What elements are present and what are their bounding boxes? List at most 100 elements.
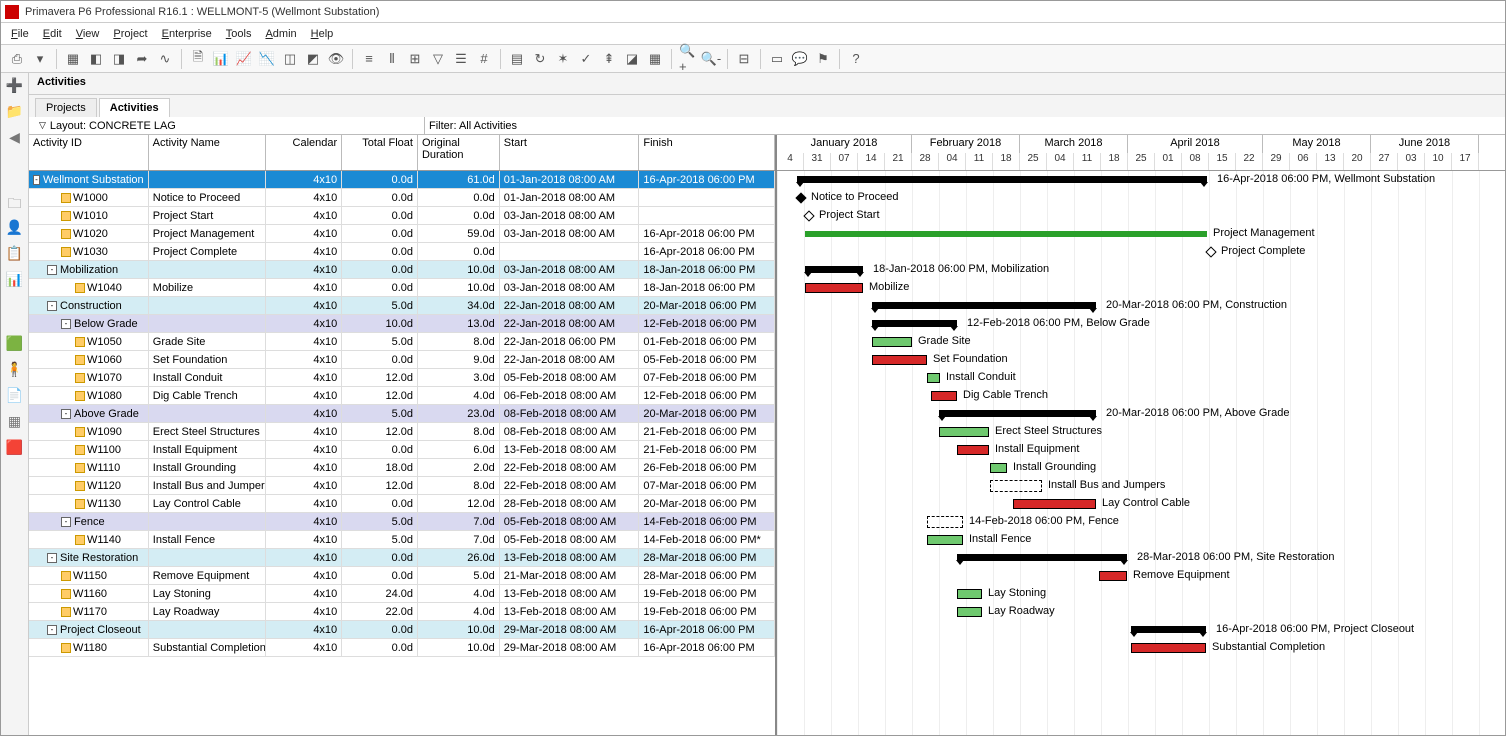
res-icon[interactable]: ▦ [645, 49, 665, 69]
table-row[interactable]: W1160Lay Stoning4x1024.0d4.0d13-Feb-2018… [29, 585, 775, 603]
layout-icon[interactable]: ◧ [86, 49, 106, 69]
print-icon[interactable]: ⎙ [7, 49, 27, 69]
help-icon[interactable]: ? [846, 49, 866, 69]
menu-admin[interactable]: Admin [265, 28, 296, 40]
gantt-chart[interactable]: 16-Apr-2018 06:00 PM, Wellmont Substatio… [777, 171, 1505, 735]
flag-icon[interactable]: ⚑ [813, 49, 833, 69]
table-row[interactable]: W1100Install Equipment4x100.0d6.0d13-Feb… [29, 441, 775, 459]
task-bar[interactable] [927, 373, 940, 383]
table-row[interactable]: -Mobilization4x100.0d10.0d03-Jan-2018 08… [29, 261, 775, 279]
expand-icon[interactable]: - [61, 319, 71, 329]
expand-icon[interactable]: - [33, 175, 40, 185]
menu-project[interactable]: Project [113, 28, 147, 40]
bars-icon[interactable]: ≡ [359, 49, 379, 69]
red-icon[interactable]: 🟥 [6, 439, 24, 457]
milestone-icon[interactable] [1205, 246, 1216, 257]
filter-icon[interactable]: ▽ [428, 49, 448, 69]
task-bar[interactable] [957, 589, 982, 599]
task-bar[interactable] [957, 445, 989, 455]
task-bar[interactable] [1099, 571, 1127, 581]
expand-icon[interactable]: - [61, 517, 71, 527]
col-start[interactable]: Start [500, 135, 640, 170]
person-icon[interactable]: 🧍 [6, 361, 24, 379]
split-icon[interactable]: ⊟ [734, 49, 754, 69]
expand-icon[interactable]: - [47, 301, 57, 311]
table-row[interactable]: -Project Closeout4x100.0d10.0d29-Mar-201… [29, 621, 775, 639]
chart5-icon[interactable]: ◩ [303, 49, 323, 69]
task-bar[interactable] [1131, 643, 1206, 653]
table-row[interactable]: W1090Erect Steel Structures4x1012.0d8.0d… [29, 423, 775, 441]
task-bar[interactable] [990, 463, 1007, 473]
table-row[interactable]: W1000Notice to Proceed4x100.0d0.0d01-Jan… [29, 189, 775, 207]
table-row[interactable]: -Construction4x105.0d34.0d22-Jan-2018 08… [29, 297, 775, 315]
tab-projects[interactable]: Projects [35, 98, 97, 117]
link-icon[interactable]: ∿ [155, 49, 175, 69]
task-bar[interactable] [872, 337, 912, 347]
table-row[interactable]: W1140Install Fence4x105.0d7.0d05-Feb-201… [29, 531, 775, 549]
table-row[interactable]: W1120Install Bus and Jumpers4x1012.0d8.0… [29, 477, 775, 495]
user-icon[interactable]: 👤 [6, 219, 24, 237]
file-icon[interactable]: 🗀 [6, 193, 24, 211]
calc-icon[interactable]: ✶ [553, 49, 573, 69]
summary-bar[interactable] [797, 176, 1207, 183]
table-row[interactable]: W1040Mobilize4x100.0d10.0d03-Jan-2018 08… [29, 279, 775, 297]
menu-edit[interactable]: Edit [43, 28, 62, 40]
table-row[interactable]: W1150Remove Equipment4x100.0d5.0d21-Mar-… [29, 567, 775, 585]
menu-enterprise[interactable]: Enterprise [162, 28, 212, 40]
expand-icon[interactable]: - [47, 265, 57, 275]
back-icon[interactable]: ◀ [6, 129, 24, 147]
hash-icon[interactable]: # [474, 49, 494, 69]
zoomin-icon[interactable]: 🔍+ [678, 49, 698, 69]
summary-bar[interactable] [939, 410, 1096, 417]
col-activity-name[interactable]: Activity Name [149, 135, 267, 170]
doc2-icon[interactable]: 📄 [6, 387, 24, 405]
grid-icon[interactable]: ▦ [63, 49, 83, 69]
task-bar[interactable] [931, 391, 957, 401]
arrow-icon[interactable]: ➦ [132, 49, 152, 69]
table-row[interactable]: W1050Grade Site4x105.0d8.0d22-Jan-2018 0… [29, 333, 775, 351]
layout-selector[interactable]: ▽Layout: CONCRETE LAG [29, 117, 425, 134]
clipboard-icon[interactable]: 📋 [6, 245, 24, 263]
table-row[interactable]: W1010Project Start4x100.0d0.0d03-Jan-201… [29, 207, 775, 225]
zoomout-icon[interactable]: 🔍- [701, 49, 721, 69]
expand-icon[interactable]: - [47, 625, 57, 635]
summary-bar[interactable] [1131, 626, 1206, 633]
menu-tools[interactable]: Tools [226, 28, 252, 40]
task-bar[interactable] [872, 355, 927, 365]
filter-display[interactable]: Filter: All Activities [425, 117, 1505, 134]
table-row[interactable]: W1080Dig Cable Trench4x1012.0d4.0d06-Feb… [29, 387, 775, 405]
task-bar[interactable] [927, 516, 963, 528]
task-bar[interactable] [957, 607, 982, 617]
chat-icon[interactable]: 💬 [790, 49, 810, 69]
table-row[interactable]: W1130Lay Control Cable4x100.0d12.0d28-Fe… [29, 495, 775, 513]
col-finish[interactable]: Finish [639, 135, 775, 170]
detail-icon[interactable]: ◨ [109, 49, 129, 69]
spell-icon[interactable]: ✓ [576, 49, 596, 69]
chart2-icon[interactable]: 📈 [234, 49, 254, 69]
milestone-icon[interactable] [795, 192, 806, 203]
menu-file[interactable]: File [11, 28, 29, 40]
sched-icon[interactable]: ▤ [507, 49, 527, 69]
table-row[interactable]: W1170Lay Roadway4x1022.0d4.0d13-Feb-2018… [29, 603, 775, 621]
expand-icon[interactable]: - [61, 409, 71, 419]
table-icon[interactable]: ⊞ [405, 49, 425, 69]
col-calendar[interactable]: Calendar [266, 135, 342, 170]
table-row[interactable]: W1180Substantial Completion4x100.0d10.0d… [29, 639, 775, 657]
doc-icon[interactable]: 🗎 [188, 49, 208, 69]
folder-icon[interactable]: 📁 [6, 103, 24, 121]
summary-bar[interactable] [872, 302, 1096, 309]
col-total-float[interactable]: Total Float [342, 135, 418, 170]
milestone-icon[interactable] [803, 210, 814, 221]
menu-help[interactable]: Help [311, 28, 334, 40]
task-bar[interactable] [805, 231, 1207, 237]
chart4-icon[interactable]: ◫ [280, 49, 300, 69]
table-row[interactable]: W1110Install Grounding4x1018.0d2.0d22-Fe… [29, 459, 775, 477]
refresh-icon[interactable]: ↻ [530, 49, 550, 69]
task-bar[interactable] [927, 535, 963, 545]
summary-bar[interactable] [957, 554, 1127, 561]
col-orig-duration[interactable]: Original Duration [418, 135, 500, 170]
preview-icon[interactable]: ▾ [30, 49, 50, 69]
view-icon[interactable]: 👁 [326, 49, 346, 69]
level-icon[interactable]: ⇞ [599, 49, 619, 69]
task-bar[interactable] [1013, 499, 1096, 509]
